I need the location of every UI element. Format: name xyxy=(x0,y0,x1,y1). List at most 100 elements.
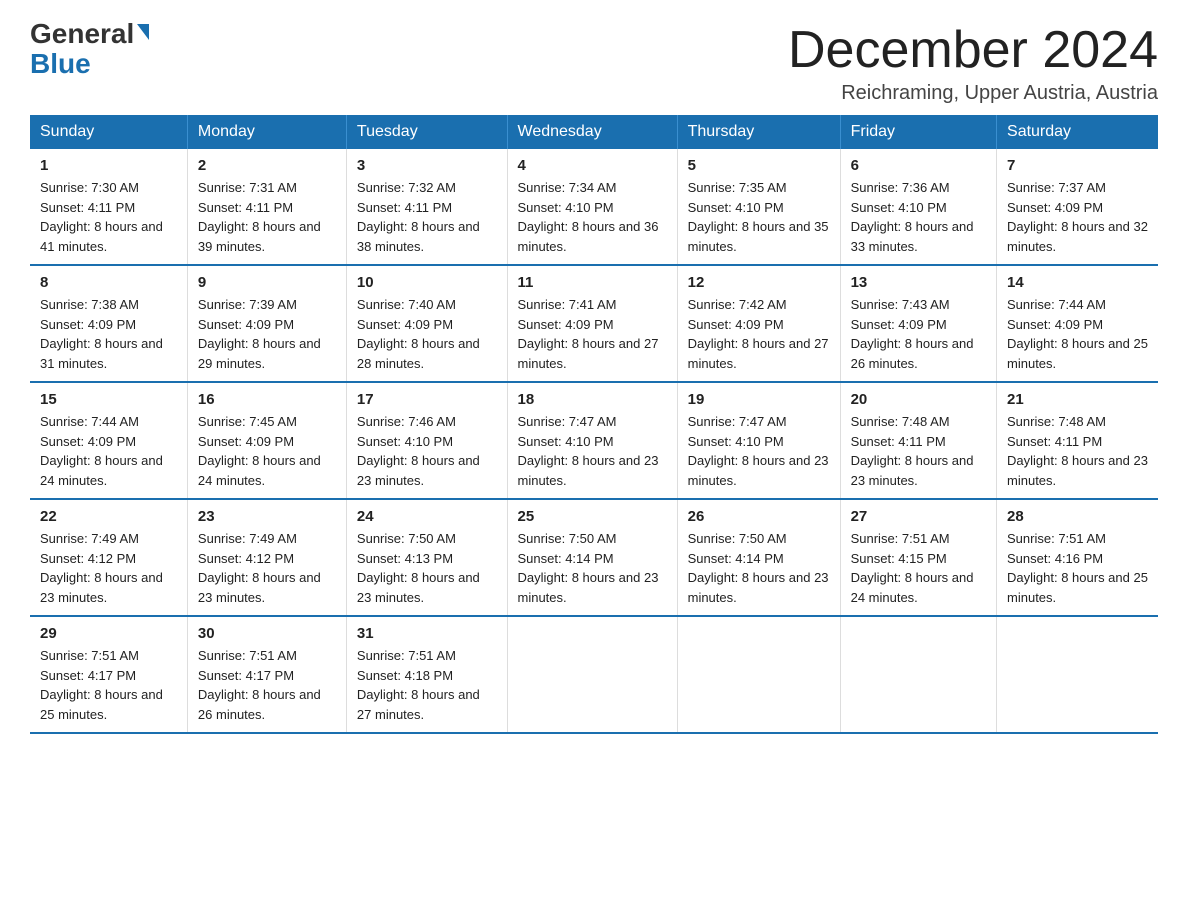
day-info: Sunrise: 7:32 AMSunset: 4:11 PMDaylight:… xyxy=(357,178,497,256)
day-number: 29 xyxy=(40,625,177,642)
day-info: Sunrise: 7:47 AMSunset: 4:10 PMDaylight:… xyxy=(688,412,830,490)
day-info: Sunrise: 7:30 AMSunset: 4:11 PMDaylight:… xyxy=(40,178,177,256)
day-cell-31: 31 Sunrise: 7:51 AMSunset: 4:18 PMDayligh… xyxy=(346,616,507,733)
day-number: 6 xyxy=(851,157,986,174)
week-row-4: 22 Sunrise: 7:49 AMSunset: 4:12 PMDayligh… xyxy=(30,499,1158,616)
day-number: 5 xyxy=(688,157,830,174)
day-cell-21: 21 Sunrise: 7:48 AMSunset: 4:11 PMDayligh… xyxy=(997,382,1158,499)
day-info: Sunrise: 7:51 AMSunset: 4:17 PMDaylight:… xyxy=(40,646,177,724)
day-cell-3: 3 Sunrise: 7:32 AMSunset: 4:11 PMDaylight… xyxy=(346,149,507,265)
day-info: Sunrise: 7:43 AMSunset: 4:09 PMDaylight:… xyxy=(851,295,986,373)
day-info: Sunrise: 7:51 AMSunset: 4:16 PMDaylight:… xyxy=(1007,529,1148,607)
week-row-3: 15 Sunrise: 7:44 AMSunset: 4:09 PMDayligh… xyxy=(30,382,1158,499)
day-info: Sunrise: 7:39 AMSunset: 4:09 PMDaylight:… xyxy=(198,295,336,373)
logo-line2: Blue xyxy=(30,48,91,80)
day-cell-17: 17Sunrise: 7:46 AMSunset: 4:10 PMDayligh… xyxy=(346,382,507,499)
day-number: 20 xyxy=(851,391,986,408)
day-info: Sunrise: 7:45 AMSunset: 4:09 PMDaylight:… xyxy=(198,412,336,490)
calendar-table: SundayMondayTuesdayWednesdayThursdayFrid… xyxy=(30,115,1158,734)
day-cell-30: 30Sunrise: 7:51 AMSunset: 4:17 PMDayligh… xyxy=(187,616,346,733)
day-info: Sunrise: 7:51 AMSunset: 4:18 PMDaylight:… xyxy=(357,646,497,724)
day-number: 14 xyxy=(1007,274,1148,291)
day-number: 10 xyxy=(357,274,497,291)
day-cell-24: 24 Sunrise: 7:50 AMSunset: 4:13 PMDayligh… xyxy=(346,499,507,616)
week-row-1: 1 Sunrise: 7:30 AMSunset: 4:11 PMDaylight… xyxy=(30,149,1158,265)
day-cell-28: 28Sunrise: 7:51 AMSunset: 4:16 PMDayligh… xyxy=(997,499,1158,616)
day-info: Sunrise: 7:48 AMSunset: 4:11 PMDaylight:… xyxy=(1007,412,1148,490)
day-number: 8 xyxy=(40,274,177,291)
header-saturday: Saturday xyxy=(997,115,1158,149)
day-cell-empty xyxy=(507,616,677,733)
logo: General Blue xyxy=(30,20,149,80)
week-row-5: 29 Sunrise: 7:51 AMSunset: 4:17 PMDayligh… xyxy=(30,616,1158,733)
day-cell-19: 19 Sunrise: 7:47 AMSunset: 4:10 PMDayligh… xyxy=(677,382,840,499)
day-number: 2 xyxy=(198,157,336,174)
day-info: Sunrise: 7:49 AMSunset: 4:12 PMDaylight:… xyxy=(198,529,336,607)
header-thursday: Thursday xyxy=(677,115,840,149)
day-info: Sunrise: 7:47 AMSunset: 4:10 PMDaylight:… xyxy=(518,412,667,490)
day-number: 31 xyxy=(357,625,497,642)
day-number: 27 xyxy=(851,508,986,525)
day-cell-2: 2 Sunrise: 7:31 AMSunset: 4:11 PMDaylight… xyxy=(187,149,346,265)
day-info: Sunrise: 7:35 AMSunset: 4:10 PMDaylight:… xyxy=(688,178,830,256)
day-cell-10: 10 Sunrise: 7:40 AMSunset: 4:09 PMDayligh… xyxy=(346,265,507,382)
day-number: 23 xyxy=(198,508,336,525)
day-info: Sunrise: 7:44 AMSunset: 4:09 PMDaylight:… xyxy=(40,412,177,490)
day-number: 24 xyxy=(357,508,497,525)
day-cell-27: 27Sunrise: 7:51 AMSunset: 4:15 PMDayligh… xyxy=(840,499,996,616)
day-number: 4 xyxy=(518,157,667,174)
day-number: 12 xyxy=(688,274,830,291)
day-cell-22: 22Sunrise: 7:49 AMSunset: 4:12 PMDayligh… xyxy=(30,499,187,616)
day-cell-6: 6 Sunrise: 7:36 AMSunset: 4:10 PMDaylight… xyxy=(840,149,996,265)
day-cell-empty xyxy=(677,616,840,733)
day-info: Sunrise: 7:51 AMSunset: 4:17 PMDaylight:… xyxy=(198,646,336,724)
month-title: December 2024 xyxy=(788,20,1158,80)
header-friday: Friday xyxy=(840,115,996,149)
day-number: 1 xyxy=(40,157,177,174)
header-tuesday: Tuesday xyxy=(346,115,507,149)
day-info: Sunrise: 7:37 AMSunset: 4:09 PMDaylight:… xyxy=(1007,178,1148,256)
day-cell-11: 11 Sunrise: 7:41 AMSunset: 4:09 PMDayligh… xyxy=(507,265,677,382)
day-info: Sunrise: 7:40 AMSunset: 4:09 PMDaylight:… xyxy=(357,295,497,373)
day-number: 19 xyxy=(688,391,830,408)
day-info: Sunrise: 7:50 AMSunset: 4:14 PMDaylight:… xyxy=(518,529,667,607)
day-cell-23: 23 Sunrise: 7:49 AMSunset: 4:12 PMDayligh… xyxy=(187,499,346,616)
day-number: 16 xyxy=(198,391,336,408)
day-number: 9 xyxy=(198,274,336,291)
day-cell-5: 5 Sunrise: 7:35 AMSunset: 4:10 PMDaylight… xyxy=(677,149,840,265)
day-number: 7 xyxy=(1007,157,1148,174)
day-number: 25 xyxy=(518,508,667,525)
day-cell-20: 20Sunrise: 7:48 AMSunset: 4:11 PMDayligh… xyxy=(840,382,996,499)
title-section: December 2024 Reichraming, Upper Austria… xyxy=(788,20,1158,105)
day-number: 3 xyxy=(357,157,497,174)
page-header: General Blue December 2024 Reichraming, … xyxy=(30,20,1158,105)
day-cell-8: 8Sunrise: 7:38 AMSunset: 4:09 PMDaylight… xyxy=(30,265,187,382)
week-row-2: 8Sunrise: 7:38 AMSunset: 4:09 PMDaylight… xyxy=(30,265,1158,382)
day-info: Sunrise: 7:44 AMSunset: 4:09 PMDaylight:… xyxy=(1007,295,1148,373)
day-info: Sunrise: 7:41 AMSunset: 4:09 PMDaylight:… xyxy=(518,295,667,373)
day-cell-empty xyxy=(997,616,1158,733)
day-number: 15 xyxy=(40,391,177,408)
day-info: Sunrise: 7:46 AMSunset: 4:10 PMDaylight:… xyxy=(357,412,497,490)
logo-triangle-icon xyxy=(137,24,149,40)
day-cell-empty xyxy=(840,616,996,733)
day-cell-12: 12Sunrise: 7:42 AMSunset: 4:09 PMDayligh… xyxy=(677,265,840,382)
day-info: Sunrise: 7:36 AMSunset: 4:10 PMDaylight:… xyxy=(851,178,986,256)
header-sunday: Sunday xyxy=(30,115,187,149)
day-number: 21 xyxy=(1007,391,1148,408)
day-cell-1: 1 Sunrise: 7:30 AMSunset: 4:11 PMDaylight… xyxy=(30,149,187,265)
day-cell-16: 16 Sunrise: 7:45 AMSunset: 4:09 PMDayligh… xyxy=(187,382,346,499)
day-cell-4: 4 Sunrise: 7:34 AMSunset: 4:10 PMDaylight… xyxy=(507,149,677,265)
logo-line1: General xyxy=(30,20,149,48)
day-number: 26 xyxy=(688,508,830,525)
header-monday: Monday xyxy=(187,115,346,149)
day-number: 13 xyxy=(851,274,986,291)
day-info: Sunrise: 7:31 AMSunset: 4:11 PMDaylight:… xyxy=(198,178,336,256)
day-info: Sunrise: 7:50 AMSunset: 4:13 PMDaylight:… xyxy=(357,529,497,607)
day-number: 22 xyxy=(40,508,177,525)
day-info: Sunrise: 7:50 AMSunset: 4:14 PMDaylight:… xyxy=(688,529,830,607)
day-cell-25: 25 Sunrise: 7:50 AMSunset: 4:14 PMDayligh… xyxy=(507,499,677,616)
day-info: Sunrise: 7:34 AMSunset: 4:10 PMDaylight:… xyxy=(518,178,667,256)
day-number: 11 xyxy=(518,274,667,291)
day-cell-14: 14 Sunrise: 7:44 AMSunset: 4:09 PMDayligh… xyxy=(997,265,1158,382)
